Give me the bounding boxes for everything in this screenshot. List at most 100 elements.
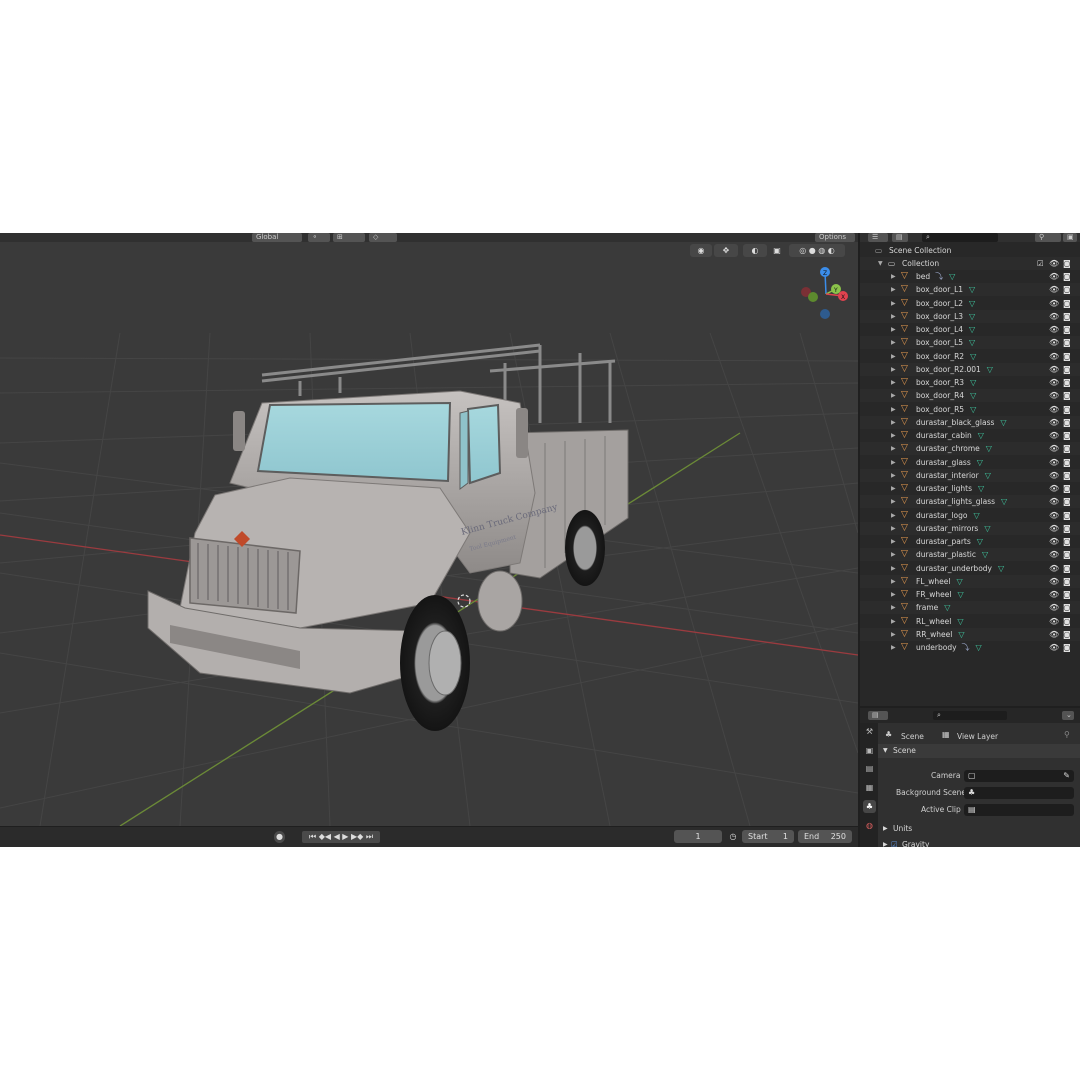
tool-tab-icon[interactable]: ⚒	[863, 725, 876, 738]
outliner-object-row[interactable]: ▶ ▽ durastar_lights ▽ 👁 ◙	[860, 482, 1080, 495]
camera-icon[interactable]: ◙	[1063, 310, 1071, 323]
gizmo-toggle[interactable]: ✥	[714, 244, 738, 257]
expand-arrow-icon[interactable]: ▶	[891, 456, 896, 469]
camera-icon[interactable]: ◙	[1063, 615, 1071, 628]
expand-arrow-icon[interactable]: ▶	[891, 310, 896, 323]
visibility-toggle[interactable]: ◉	[690, 244, 712, 257]
outliner-object-row[interactable]: ▶ ▽ box_door_R3 ▽ 👁 ◙	[860, 376, 1080, 389]
new-collection-button[interactable]: ▣	[1063, 233, 1077, 242]
camera-icon[interactable]: ◙	[1063, 495, 1071, 508]
start-frame-field[interactable]: Start 1	[742, 830, 794, 843]
eye-icon[interactable]: 👁	[1049, 601, 1059, 614]
camera-icon[interactable]: ◙	[1063, 257, 1071, 270]
display-mode-dropdown[interactable]: ▤	[892, 233, 908, 242]
camera-icon[interactable]: ◙	[1063, 548, 1071, 561]
scene-tab-icon[interactable]: ♣	[863, 800, 876, 813]
editor-type-dropdown[interactable]: ☰	[868, 233, 888, 242]
mesh-data-icon[interactable]: ▽	[969, 299, 975, 308]
outliner-scene-collection[interactable]: ▭ Scene Collection	[860, 244, 1080, 257]
camera-icon[interactable]: ◙	[1063, 482, 1071, 495]
expand-arrow-icon[interactable]: ▶	[891, 376, 896, 389]
expand-arrow-icon[interactable]: ▶	[891, 416, 896, 429]
eye-icon[interactable]: 👁	[1049, 323, 1059, 336]
options-dropdown[interactable]: Options	[815, 233, 855, 242]
expand-arrow-icon[interactable]: ▶	[891, 535, 896, 548]
mesh-data-icon[interactable]: ▽	[970, 405, 976, 414]
mesh-data-icon[interactable]: ▽	[969, 312, 975, 321]
properties-editor-dropdown[interactable]: ▤	[868, 711, 888, 720]
xray-toggle[interactable]: ▣	[772, 244, 782, 257]
eye-icon[interactable]: 👁	[1049, 456, 1059, 469]
proportional-edit-dropdown[interactable]: ◇	[369, 233, 397, 242]
eye-icon[interactable]: 👁	[1049, 535, 1059, 548]
eye-icon[interactable]: 👁	[1049, 310, 1059, 323]
outliner-object-row[interactable]: ▶ ▽ box_door_L5 ▽ 👁 ◙	[860, 336, 1080, 350]
expand-arrow-icon[interactable]: ▶	[891, 389, 896, 402]
outliner-object-row[interactable]: ▶ ▽ box_door_L2 ▽ 👁 ◙	[860, 297, 1080, 310]
eye-icon[interactable]: 👁	[1049, 416, 1059, 429]
end-frame-field[interactable]: End 250	[798, 830, 852, 843]
outliner-object-row[interactable]: ▶ ▽ box_door_R2 ▽ 👁 ◙	[860, 350, 1080, 363]
camera-icon[interactable]: ◙	[1063, 522, 1071, 535]
expand-arrow-icon[interactable]: ▶	[891, 522, 896, 535]
outliner-object-row[interactable]: ▶ ▽ durastar_plastic ▽ 👁 ◙	[860, 548, 1080, 562]
eye-icon[interactable]: 👁	[1049, 429, 1059, 442]
mesh-data-icon[interactable]: ▽	[984, 524, 990, 533]
camera-icon[interactable]: ◙	[1063, 270, 1071, 283]
mesh-data-icon[interactable]: ▽	[970, 352, 976, 361]
expand-arrow-icon[interactable]: ▶	[891, 350, 896, 363]
eye-icon[interactable]: 👁	[1049, 283, 1059, 296]
camera-icon[interactable]: ◙	[1063, 575, 1071, 588]
expand-arrow-icon[interactable]: ▶	[891, 297, 896, 310]
navigation-gizmo[interactable]: Z Y X	[796, 264, 856, 324]
outliner-object-row[interactable]: ▶ ▽ underbody ⤵ ▽ 👁 ◙	[860, 641, 1080, 654]
world-tab-icon[interactable]: ◍	[863, 819, 876, 832]
eye-icon[interactable]: 👁	[1049, 336, 1059, 349]
eye-icon[interactable]: 👁	[1049, 376, 1059, 389]
outliner-object-row[interactable]: ▶ ▽ durastar_glass ▽ 👁 ◙	[860, 456, 1080, 469]
eye-icon[interactable]: 👁	[1049, 615, 1059, 628]
outliner-object-row[interactable]: ▶ ▽ durastar_logo ▽ 👁 ◙	[860, 509, 1080, 522]
expand-arrow-icon[interactable]: ▶	[891, 270, 896, 283]
outliner-object-row[interactable]: ▶ ▽ box_door_R4 ▽ 👁 ◙	[860, 389, 1080, 403]
expand-arrow-icon[interactable]: ▶	[891, 548, 896, 561]
outliner-object-row[interactable]: ▶ ▽ bed ⤵ ▽ 👁 ◙	[860, 270, 1080, 283]
mesh-data-icon[interactable]: ▽	[944, 603, 950, 612]
expand-arrow-icon[interactable]: ▶	[891, 641, 896, 654]
outliner-object-row[interactable]: ▶ ▽ durastar_chrome ▽ 👁 ◙	[860, 442, 1080, 456]
expand-arrow-icon[interactable]: ▶	[891, 429, 896, 442]
outliner-object-row[interactable]: ▶ ▽ frame ▽ 👁 ◙	[860, 601, 1080, 615]
mesh-data-icon[interactable]: ▽	[970, 378, 976, 387]
active-clip-field[interactable]: ▤	[964, 804, 1074, 816]
record-button[interactable]: ●	[274, 831, 285, 843]
scene-panel-header[interactable]: ▼ Scene	[878, 744, 1080, 758]
eye-icon[interactable]: 👁	[1049, 575, 1059, 588]
mesh-data-icon[interactable]: ▽	[985, 471, 991, 480]
camera-field[interactable]: ▢ ✎	[964, 770, 1074, 782]
mesh-data-icon[interactable]: ▽	[977, 537, 983, 546]
expand-arrow-icon[interactable]: ▶	[891, 628, 896, 641]
viewport-3d[interactable]: Klinn Truck Company Tool Equipment Z Y X…	[0, 233, 858, 847]
eye-icon[interactable]: 👁	[1049, 482, 1059, 495]
mesh-data-icon[interactable]: ▽	[974, 511, 980, 520]
mesh-data-icon[interactable]: ▽	[949, 272, 955, 281]
outliner-object-row[interactable]: ▶ ▽ box_door_R2.001 ▽ 👁 ◙	[860, 362, 1080, 376]
camera-icon[interactable]: ◙	[1063, 442, 1071, 455]
outliner-object-row[interactable]: ▶ ▽ FR_wheel ▽ 👁 ◙	[860, 588, 1080, 601]
eye-icon[interactable]: 👁	[1049, 641, 1059, 654]
properties-search-input[interactable]: ⌕	[933, 711, 1007, 720]
view-layer-tab-icon[interactable]: ▦	[863, 781, 876, 794]
outliner-object-row[interactable]: ▶ ▽ durastar_mirrors ▽ 👁 ◙	[860, 521, 1080, 535]
eye-icon[interactable]: 👁	[1049, 363, 1059, 376]
outliner-object-row[interactable]: ▶ ▽ box_door_L1 ▽ 👁 ◙	[860, 283, 1080, 297]
outliner-object-row[interactable]: ▶ ▽ durastar_cabin ▽ 👁 ◙	[860, 429, 1080, 442]
expand-arrow-icon[interactable]: ▶	[891, 509, 896, 522]
outliner-object-row[interactable]: ▶ ▽ durastar_underbody ▽ 👁 ◙	[860, 562, 1080, 575]
mesh-data-icon[interactable]: ▽	[957, 590, 963, 599]
expand-arrow-icon[interactable]: ▶	[891, 562, 896, 575]
mesh-data-icon[interactable]: ▽	[957, 617, 963, 626]
background-scene-field[interactable]: ♣	[964, 787, 1074, 799]
clock-icon[interactable]: ◷	[727, 831, 739, 843]
camera-icon[interactable]: ◙	[1063, 588, 1071, 601]
expand-arrow-icon[interactable]: ▶	[891, 495, 896, 508]
